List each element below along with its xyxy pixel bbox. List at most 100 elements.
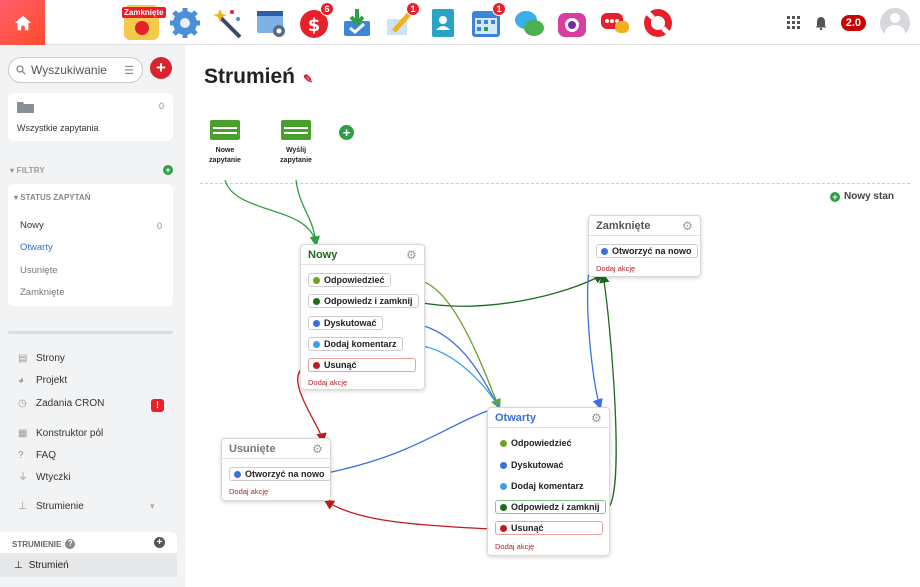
home-button[interactable] [0, 0, 45, 45]
action-discuss[interactable]: Dyskutować [495, 458, 570, 472]
node-otwarty[interactable]: Otwarty ⚙ Odpowiedzieć Dyskutować Dodaj … [487, 407, 610, 556]
nav-label: Konstruktor pól [36, 428, 104, 439]
user-avatar[interactable] [880, 7, 910, 38]
status-dot [500, 524, 507, 532]
app-magic[interactable] [210, 5, 245, 40]
cron-alert-badge: ! [151, 399, 164, 412]
action-label: Otworzyć na nowo [245, 469, 325, 479]
status-dot [500, 503, 507, 511]
form-icon: ▦ [18, 427, 28, 439]
action-label: Dodaj komentarz [324, 339, 397, 349]
action-reply[interactable]: Odpowiedzieć [308, 273, 391, 287]
node-zamkniete[interactable]: Zamknięte ⚙ Otworzyć na nowo Dodaj akcję [588, 215, 701, 277]
action-label: Odpowiedz i zamknij [511, 502, 600, 512]
action-delete[interactable]: Usunąć [495, 521, 603, 535]
gear-icon[interactable]: ⚙ [591, 412, 603, 424]
bell-icon[interactable] [815, 16, 827, 30]
app-notes[interactable]: 1 [382, 2, 420, 40]
app-window-settings[interactable] [253, 5, 288, 40]
svg-text:$: $ [307, 15, 320, 36]
connector-discuss [416, 323, 500, 408]
action-label: Dodaj komentarz [511, 481, 584, 491]
app-camera[interactable] [554, 5, 589, 40]
app-chat[interactable] [511, 5, 546, 40]
all-requests-card[interactable]: 0 Wszystkie zapytania [8, 93, 173, 141]
gear-icon[interactable]: ⚙ [406, 249, 418, 261]
action-reopen[interactable]: Otworzyć na nowo [229, 467, 331, 481]
folder-icon [17, 102, 34, 113]
stream-item-selected[interactable]: ⊥ Strumień [0, 553, 177, 577]
add-action-link[interactable]: Dodaj akcję [596, 264, 635, 273]
action-discuss[interactable]: Dyskutować [308, 316, 383, 330]
add-action-link[interactable]: Dodaj akcję [308, 378, 347, 387]
action-delete[interactable]: Usunąć [308, 358, 416, 372]
status-item-nowy[interactable]: Nowy [20, 220, 44, 231]
node-nowy[interactable]: Nowy ⚙ Odpowiedzieć Odpowiedz i zamknij … [300, 244, 425, 390]
gear-icon[interactable]: ⚙ [682, 220, 694, 232]
action-comment[interactable]: Dodaj komentarz [495, 479, 590, 493]
app-contacts[interactable] [425, 5, 460, 40]
nav-item-project[interactable]: ◕ Projekt [18, 375, 67, 386]
nav-label: Strumienie [36, 501, 84, 512]
action-reply[interactable]: Odpowiedzieć [495, 436, 578, 450]
status-item-zamkniete[interactable]: Zamknięte [20, 287, 64, 298]
nav-item-streams[interactable]: ⊥ Strumienie [18, 501, 84, 512]
action-comment[interactable]: Dodaj komentarz [308, 337, 403, 351]
add-filter-button[interactable]: + [163, 165, 173, 175]
action-label: Dyskutować [511, 460, 564, 470]
apps-grid-icon[interactable] [786, 15, 801, 30]
app-closed-requests[interactable]: Zamknięte [122, 5, 166, 40]
connector-reply-close [416, 273, 605, 307]
action-reopen[interactable]: Otworzyć na nowo [596, 244, 698, 258]
connector-trigger-1 [224, 179, 320, 247]
status-dot [601, 247, 608, 255]
status-dot [500, 482, 507, 490]
help-icon[interactable]: ? [65, 539, 76, 549]
version-badge[interactable]: 2.0 [840, 14, 866, 31]
palette-icon: ◕ [18, 374, 25, 386]
status-count: 0 [156, 221, 162, 231]
flow-icon: ⊥ [18, 500, 27, 512]
app-calendar[interactable]: 1 [468, 2, 506, 40]
action-reply-close[interactable]: Odpowiedz i zamknij [308, 294, 419, 308]
add-action-link[interactable]: Dodaj akcję [495, 542, 534, 551]
gear-icon[interactable]: ⚙ [312, 443, 324, 455]
nav-item-field-builder[interactable]: ▦ Konstruktor pól [18, 428, 103, 439]
notification-badge: 1 [492, 2, 506, 16]
app-money[interactable]: $ 6 [296, 2, 334, 40]
status-item-otwarty[interactable]: Otwarty [20, 242, 53, 253]
notification-badge: 6 [320, 2, 334, 16]
add-request-button[interactable]: + [150, 57, 172, 79]
node-usuniete[interactable]: Usunięte ⚙ Otworzyć na nowo Dodaj akcję [221, 438, 331, 501]
message-dots-icon [600, 12, 629, 33]
status-dot [313, 340, 320, 348]
status-dot [313, 319, 320, 327]
status-header[interactable]: ▾ STATUS ZAPYTAŃ [14, 193, 90, 202]
chevron-down-icon[interactable]: ▾ [150, 501, 155, 512]
app-messages[interactable] [597, 5, 632, 40]
app-download[interactable] [339, 5, 374, 40]
filter-sliders-icon[interactable]: ☰ [124, 64, 134, 77]
status-item-usuniete[interactable]: Usunięte [20, 265, 58, 276]
action-label: Usunąć [511, 523, 544, 533]
streams-header: STRUMIENIE? [12, 539, 76, 549]
filters-header[interactable]: ▾ FILTRY [10, 166, 45, 175]
request-status-card: ▾ STATUS ZAPYTAŃ Nowy 0 Otwarty Usunięte… [8, 184, 173, 306]
notification-badge: 1 [406, 2, 420, 16]
nav-item-faq[interactable]: ? FAQ [18, 450, 56, 461]
all-requests-count: 0 [158, 101, 164, 111]
nav-item-pages[interactable]: ▤ Strony [18, 353, 65, 364]
filters-title: FILTRY [16, 166, 45, 175]
add-stream-button[interactable]: + [154, 537, 165, 548]
app-settings[interactable] [167, 5, 202, 40]
action-reply-close[interactable]: Odpowiedz i zamknij [495, 500, 606, 514]
app-help[interactable] [640, 5, 675, 40]
nav-item-cron[interactable]: ◷ Zadania CRON [18, 398, 104, 409]
nav-item-plugins[interactable]: ⏚ Wtyczki [18, 472, 70, 483]
search-input[interactable]: Wyszukiwanie ☰ [8, 57, 143, 83]
action-label: Dyskutować [324, 318, 377, 328]
question-icon: ? [18, 449, 24, 461]
add-action-link[interactable]: Dodaj akcję [229, 487, 268, 496]
nav-label: Strony [36, 353, 65, 364]
action-label: Otworzyć na nowo [612, 246, 692, 256]
